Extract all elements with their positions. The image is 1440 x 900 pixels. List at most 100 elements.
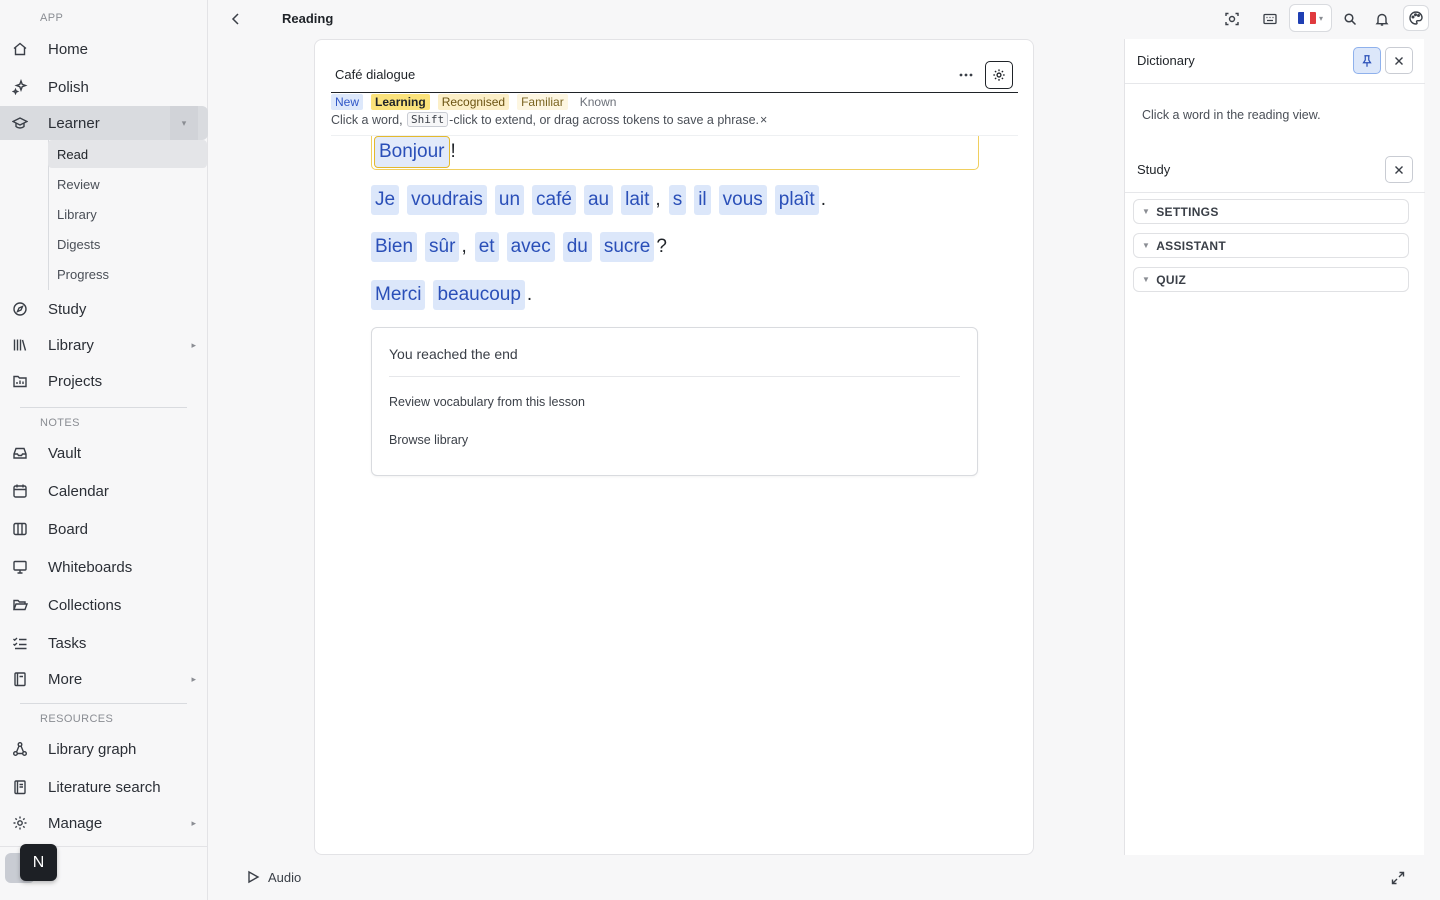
accordion-quiz[interactable]: ▼ QUIZ [1133,267,1409,292]
bell-icon[interactable] [1371,8,1393,30]
accordion-assistant[interactable]: ▼ ASSISTANT [1133,233,1409,258]
end-of-lesson-card: You reached the end Review vocabulary fr… [371,327,978,476]
word-token[interactable]: Bien [371,232,418,262]
sidebar-item-label: Board [48,520,89,538]
panel-divider [1125,192,1425,193]
sidebar-item-collections[interactable]: Collections [0,588,208,622]
more-options-icon[interactable] [955,64,977,86]
chevron-right-icon[interactable]: ▸ [191,674,196,685]
avatar[interactable]: N [20,844,57,881]
page-title: Reading [282,11,334,26]
sidebar-subitem-progress[interactable]: Progress [48,260,207,288]
sidebar-item-label: Learner [48,114,100,132]
status-familiar[interactable]: Familiar [517,94,568,110]
word-token[interactable]: s [668,185,687,215]
chevron-right-icon[interactable]: ▸ [191,818,196,829]
sidebar-item-polish[interactable]: Polish [0,70,208,104]
right-panel: Dictionary Click a word in the reading v… [1124,39,1425,855]
library-icon [12,337,28,353]
triangle-down-icon: ▼ [1142,207,1151,216]
reader-settings-button[interactable] [985,61,1013,89]
sidebar-item-home[interactable]: Home [0,32,208,66]
sidebar-item-literature-search[interactable]: Literature search [0,770,208,804]
sidebar-item-tasks[interactable]: Tasks [0,626,208,660]
word-token[interactable]: café [532,185,576,215]
document-title: Café dialogue [335,67,416,82]
title-underline [331,92,1018,93]
punctuation: . [820,189,826,210]
expand-icon[interactable] [1390,870,1406,886]
sidebar-item-whiteboards[interactable]: Whiteboards [0,550,208,584]
sidebar-item-board[interactable]: Board [0,512,208,546]
close-dictionary-icon[interactable] [1385,47,1413,74]
sidebar-subitem-digests[interactable]: Digests [48,230,207,258]
focus-icon[interactable] [1221,8,1243,30]
text-line-2: Je voudrais un café au lait, s il vous p… [371,185,834,215]
close-study-icon[interactable] [1385,156,1413,183]
status-new[interactable]: New [331,94,364,110]
back-chevron-icon[interactable] [226,9,246,29]
word-token[interactable]: au [583,185,614,215]
word-token[interactable]: sûr [425,232,460,262]
sidebar-item-manage[interactable]: Manage ▸ [0,806,208,840]
status-recognised[interactable]: Recognised [437,94,510,110]
sidebar-item-library[interactable]: Library ▸ [0,328,208,362]
word-token[interactable]: voudrais [407,185,487,215]
status-legend: New Learning Recognised Familiar Known [331,94,620,110]
pin-icon[interactable] [1353,47,1381,74]
word-token[interactable]: avec [506,232,555,262]
reader-panel: Café dialogue New Learning Recognised Fa… [314,39,1034,855]
sidebar: APP Home Polish Learner ▾ Read Review Li… [0,0,208,900]
word-token[interactable]: beaucoup [433,280,525,310]
text-line-3: Bien sûr, et avec du sucre? [371,232,675,262]
review-vocabulary-link[interactable]: Review vocabulary from this lesson [389,395,585,409]
word-token[interactable]: et [474,232,499,262]
triangle-down-icon: ▼ [1142,241,1151,250]
end-card-divider [389,376,960,377]
chevron-down-icon[interactable]: ▾ [170,106,198,140]
search-icon[interactable] [1339,8,1361,30]
language-selector[interactable]: ▾ [1289,4,1332,32]
sidebar-item-label: Literature search [48,778,161,796]
accordion-settings[interactable]: ▼ SETTINGS [1133,199,1409,224]
sidebar-item-more[interactable]: More ▸ [0,662,208,696]
chevron-right-icon[interactable]: ▸ [191,340,196,351]
palette-icon[interactable] [1403,5,1429,31]
sidebar-item-label: Polish [48,78,89,96]
punctuation: , [461,236,467,257]
sidebar-subitem-library[interactable]: Library [48,200,207,228]
sidebar-item-library-graph[interactable]: Library graph [0,732,208,766]
word-token[interactable]: vous [718,185,767,215]
sidebar-item-vault[interactable]: Vault [0,436,208,470]
play-icon[interactable] [246,870,260,884]
hint-text-start: Click a word, [331,112,403,127]
sidebar-item-label: More [48,670,83,688]
sidebar-item-label: Projects [48,372,103,390]
triangle-down-icon: ▼ [1142,275,1151,284]
status-known[interactable]: Known [576,94,621,110]
sidebar-item-calendar[interactable]: Calendar [0,474,208,508]
section-label-app: APP [40,12,64,24]
browse-library-link[interactable]: Browse library [389,433,468,447]
word-token[interactable]: Merci [371,280,426,310]
sidebar-subitem-review[interactable]: Review [48,170,207,198]
word-token[interactable]: un [494,185,525,215]
home-icon [12,41,28,57]
status-learning[interactable]: Learning [371,94,430,110]
sidebar-subitem-read[interactable]: Read [48,140,207,168]
word-token[interactable]: Je [371,185,400,215]
audio-label[interactable]: Audio [268,870,301,885]
whiteboard-icon [12,559,28,575]
close-hint-icon[interactable]: × [760,113,767,127]
word-token[interactable]: du [562,232,592,262]
word-token[interactable]: lait [621,185,654,215]
word-token[interactable]: il [694,185,711,215]
word-token[interactable]: Bonjour [374,136,450,168]
sidebar-item-study[interactable]: Study [0,292,208,326]
word-token[interactable]: plaît [774,185,819,215]
sidebar-item-projects[interactable]: Projects [0,364,208,398]
sidebar-item-learner[interactable]: Learner ▾ [0,106,208,140]
word-token[interactable]: sucre [599,232,655,262]
chevron-down-icon: ▾ [1318,13,1323,23]
keyboard-icon[interactable] [1259,8,1281,30]
